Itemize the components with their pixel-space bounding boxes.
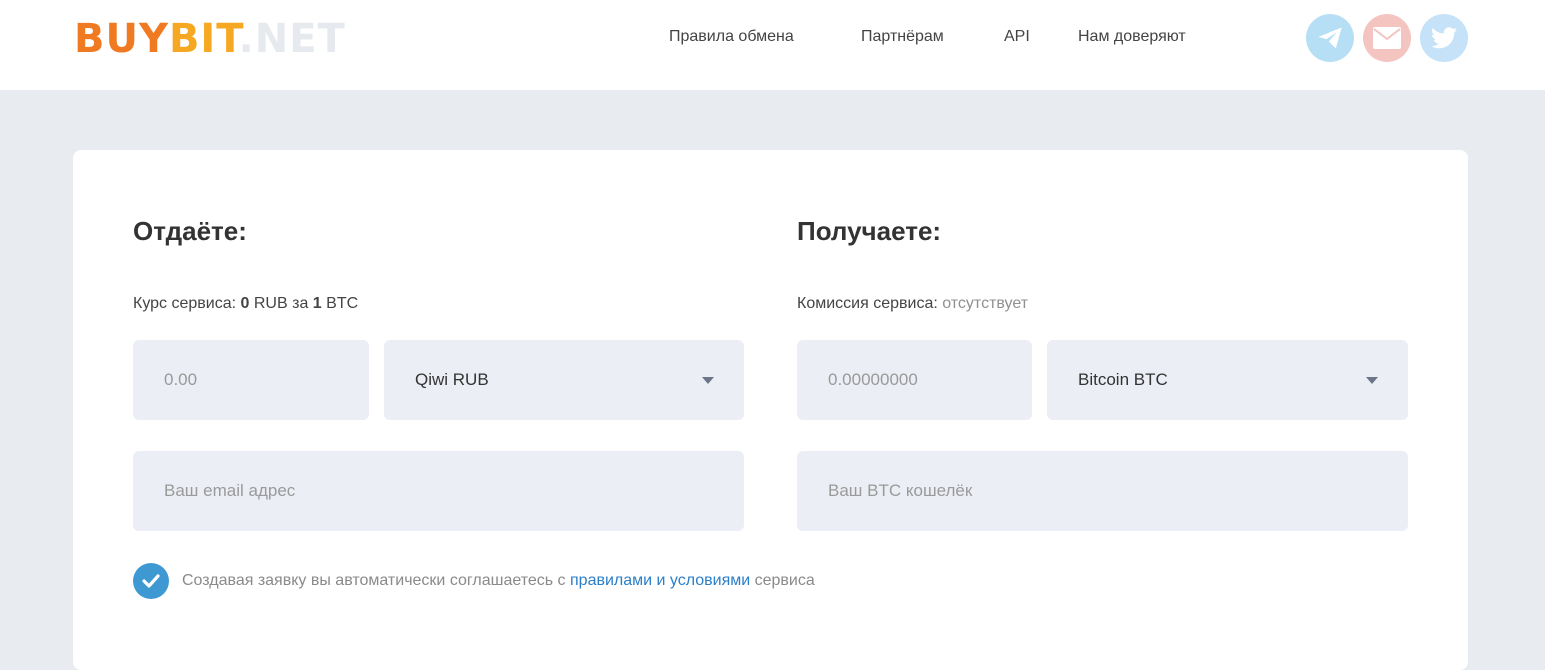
give-currency-select[interactable]: Qiwi RUB bbox=[384, 340, 744, 420]
agreement-text: Создавая заявку вы автоматически соглаша… bbox=[182, 572, 566, 589]
twitter-button[interactable] bbox=[1420, 14, 1468, 62]
agreement-text-end: сервиса bbox=[754, 572, 815, 589]
logo[interactable]: BUYBIT.NET bbox=[74, 16, 346, 62]
rate-to: 1 bbox=[312, 295, 322, 312]
twitter-icon bbox=[1431, 27, 1457, 49]
nav-trust[interactable]: Нам доверяют bbox=[1078, 28, 1186, 46]
rate-to-currency: BTC bbox=[326, 295, 359, 312]
get-currency-select[interactable]: Bitcoin BTC bbox=[1047, 340, 1408, 420]
get-amount-input[interactable]: 0.00000000 bbox=[797, 340, 1032, 420]
chevron-down-icon bbox=[1366, 377, 1378, 384]
give-amount-input[interactable]: 0.00 bbox=[133, 340, 369, 420]
chevron-down-icon bbox=[702, 377, 714, 384]
wallet-input[interactable]: Ваш BTC кошелёк bbox=[797, 451, 1408, 531]
rate-from-currency: RUB за bbox=[253, 295, 309, 312]
fee-label: Комиссия сервиса: bbox=[797, 295, 938, 312]
give-title: Отдаёте: bbox=[133, 216, 247, 246]
nav-exchange-rules[interactable]: Правила обмена bbox=[669, 28, 794, 46]
agreement: Создавая заявку вы автоматически соглаша… bbox=[133, 563, 815, 599]
logo-part: .NET bbox=[238, 16, 346, 62]
telegram-icon bbox=[1318, 27, 1342, 49]
nav-partners[interactable]: Партнёрам bbox=[861, 28, 944, 46]
mail-icon bbox=[1373, 27, 1401, 49]
service-fee: Комиссия сервиса: отсутствует bbox=[797, 295, 1028, 313]
logo-part: BIT bbox=[168, 16, 239, 62]
selected-value: Bitcoin BTC bbox=[1078, 370, 1168, 389]
nav-api[interactable]: API bbox=[1004, 28, 1030, 46]
logo-part: BUY bbox=[74, 16, 169, 62]
placeholder: Ваш email адрес bbox=[164, 481, 296, 500]
email-input[interactable]: Ваш email адрес bbox=[133, 451, 744, 531]
get-title: Получаете: bbox=[797, 216, 942, 246]
rate-from: 0 bbox=[240, 295, 250, 312]
mail-button[interactable] bbox=[1363, 14, 1411, 62]
agreement-checkbox[interactable] bbox=[133, 563, 169, 599]
placeholder: 0.00 bbox=[164, 370, 198, 389]
service-rate: Курс сервиса: 0 RUB за 1 BTC bbox=[133, 295, 358, 313]
placeholder: Ваш BTC кошелёк bbox=[828, 481, 973, 500]
selected-value: Qiwi RUB bbox=[415, 370, 489, 389]
telegram-button[interactable] bbox=[1306, 14, 1354, 62]
placeholder: 0.00000000 bbox=[828, 370, 918, 389]
fee-value: отсутствует bbox=[942, 295, 1029, 312]
rate-label: Курс сервиса: bbox=[133, 295, 237, 312]
terms-link[interactable]: правилами и условиями bbox=[570, 572, 750, 590]
header: BUYBIT.NET Правила обмена Партнёрам API … bbox=[0, 0, 1545, 90]
checkmark-icon bbox=[142, 574, 160, 588]
